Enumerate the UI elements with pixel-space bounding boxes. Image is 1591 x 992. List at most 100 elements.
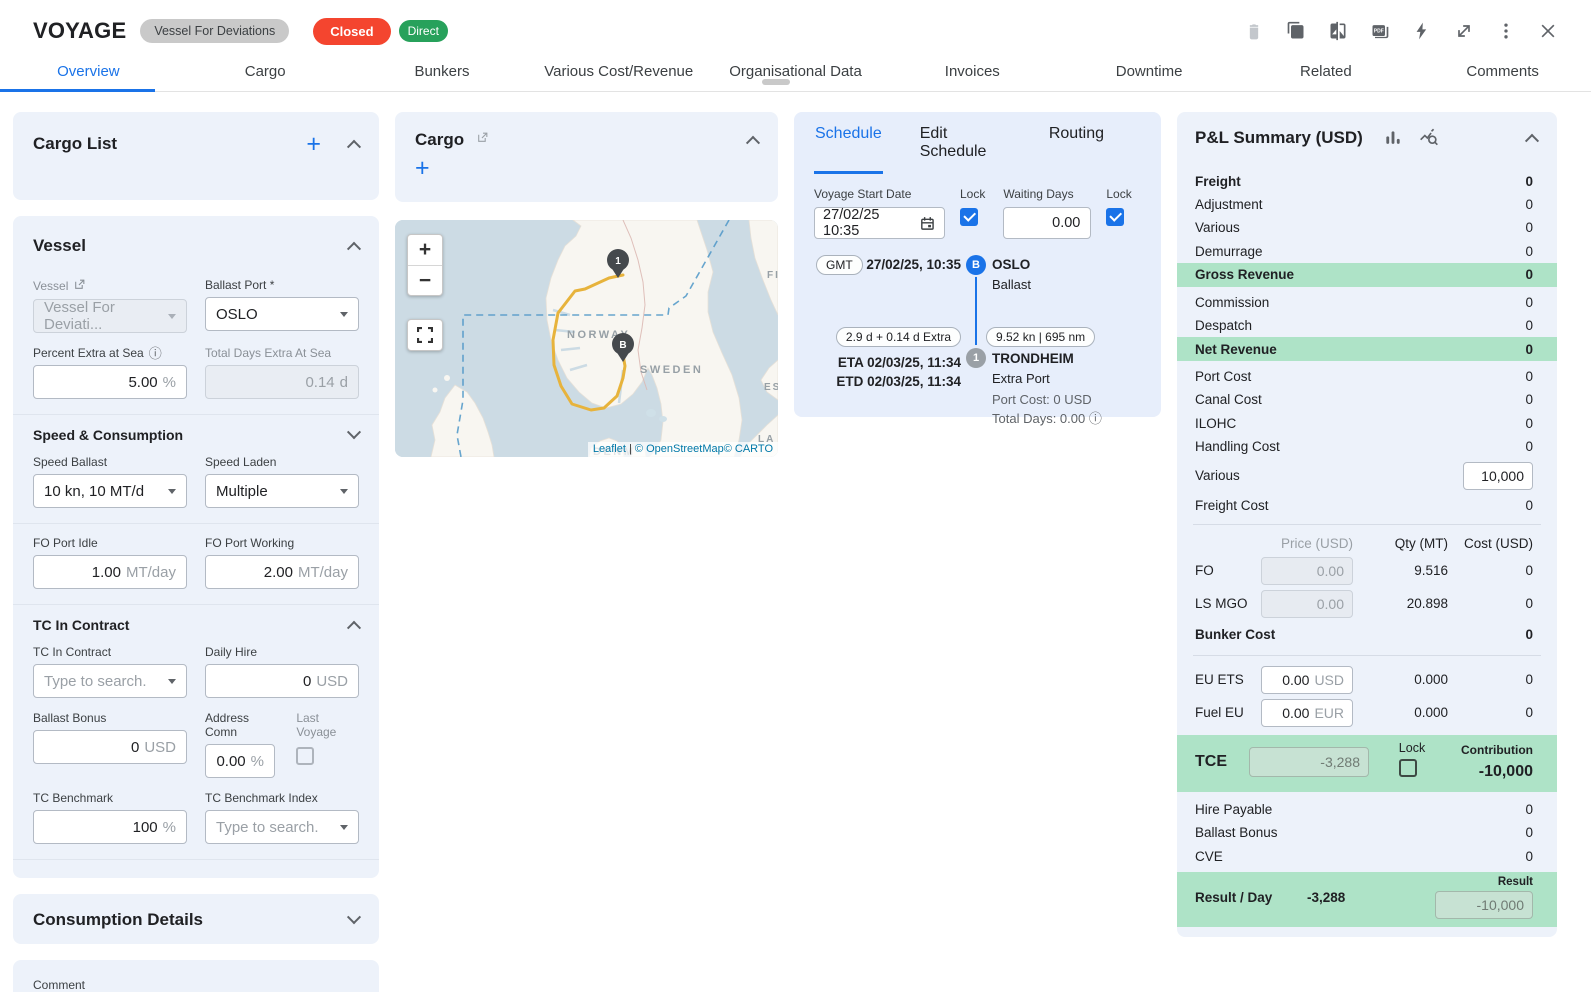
pdf-export-icon[interactable]: PDF — [1370, 21, 1390, 41]
collapse-speed-icon[interactable] — [347, 425, 361, 439]
panel-drag-handle[interactable] — [762, 79, 790, 85]
map-zoom-in-button[interactable]: + — [408, 235, 442, 265]
fuel-table-header: Price (USD) Qty (MT) Cost (USD) — [1177, 532, 1557, 554]
compare-versions-icon[interactable] — [1328, 21, 1348, 41]
waiting-days-lock-checkbox[interactable] — [1106, 208, 1124, 226]
bar-chart-icon[interactable] — [1383, 128, 1403, 148]
collapse-pnl-icon[interactable] — [1525, 134, 1539, 148]
tab-downtime[interactable]: Downtime — [1061, 54, 1238, 91]
tab-related[interactable]: Related — [1237, 54, 1414, 91]
copy-icon[interactable] — [1286, 21, 1306, 41]
tc-benchmark-value: 100 — [133, 819, 158, 836]
fo-price-input: 0.00 — [1261, 557, 1353, 585]
page-title: VOYAGE — [33, 18, 126, 44]
tc-benchmark-index-select[interactable]: Type to search. — [205, 810, 359, 844]
tab-various-cost-revenue[interactable]: Various Cost/Revenue — [530, 54, 707, 91]
map-fullscreen-button[interactable] — [407, 319, 443, 351]
collapse-consumption-icon[interactable] — [347, 910, 361, 924]
timeline-connector — [975, 275, 977, 345]
collapse-cargo-list-icon[interactable] — [347, 140, 361, 154]
waiting-days-input[interactable]: 0.00 — [1003, 207, 1091, 239]
pnl-row-label: Canal Cost — [1195, 392, 1262, 407]
origin-port-marker[interactable]: B — [966, 255, 986, 275]
carto-link[interactable]: © CARTO — [724, 443, 773, 455]
collapse-cargo-icon[interactable] — [746, 136, 760, 150]
vessel-external-link-icon[interactable] — [73, 278, 86, 294]
cargo-external-link-icon[interactable] — [476, 131, 489, 149]
tc-benchmark-input[interactable]: 100% — [33, 810, 187, 844]
info-icon[interactable]: ⓘ — [1089, 411, 1102, 426]
pnl-row-label: Fuel EU — [1195, 705, 1261, 720]
tab-organisational-data[interactable]: Organisational Data — [707, 54, 884, 91]
tce-lock-checkbox[interactable] — [1399, 759, 1417, 777]
speed-ballast-select[interactable]: 10 kn, 10 MT/d — [33, 474, 187, 508]
last-voyage-label: Last Voyage — [296, 711, 359, 739]
attribution-separator: | — [629, 443, 632, 455]
various-cost-input[interactable]: 10,000 — [1463, 462, 1533, 490]
chevron-down-icon — [340, 489, 348, 494]
voyage-start-date-input[interactable]: 27/02/25 10:35 — [814, 207, 945, 239]
svg-text:ES: ES — [764, 382, 778, 393]
pnl-row-value: 0 — [1525, 439, 1533, 454]
tab-schedule[interactable]: Schedule — [814, 112, 883, 174]
destination-port-cost: Port Cost: 0 USD — [992, 392, 1092, 407]
last-voyage-checkbox[interactable] — [296, 747, 314, 765]
delete-icon[interactable] — [1244, 21, 1264, 41]
pnl-row: ILOHC0 — [1177, 412, 1557, 435]
tab-overview[interactable]: Overview — [0, 54, 177, 91]
collapse-vessel-icon[interactable] — [347, 242, 361, 256]
fo-port-working-input[interactable]: 2.00MT/day — [205, 555, 359, 589]
fuel-eu-input[interactable]: 0.00EUR — [1261, 699, 1353, 727]
pnl-row: Despatch0 — [1177, 314, 1557, 337]
trend-analysis-icon[interactable] — [1419, 128, 1439, 148]
tab-routing[interactable]: Routing — [1048, 112, 1105, 174]
tab-comments[interactable]: Comments — [1414, 54, 1591, 91]
tab-cargo[interactable]: Cargo — [177, 54, 354, 91]
chevron-down-icon — [168, 679, 176, 684]
result-label: Result — [1435, 876, 1533, 888]
chevron-down-icon — [168, 314, 176, 319]
map-attribution: Leaflet | © OpenStreetMap© CARTO — [588, 442, 778, 457]
map-zoom-out-button[interactable]: − — [408, 265, 442, 295]
ballast-bonus-input[interactable]: 0USD — [33, 730, 187, 764]
more-menu-icon[interactable] — [1496, 21, 1516, 41]
collapse-tc-icon[interactable] — [347, 621, 361, 635]
add-cargo-button[interactable]: + — [415, 158, 433, 178]
lsmgo-price-input: 0.00 — [1261, 590, 1353, 618]
pnl-row: Commission0 — [1177, 291, 1557, 314]
fo-port-idle-unit: MT/day — [126, 564, 176, 581]
expand-icon[interactable] — [1454, 21, 1474, 41]
vessel-select[interactable]: Vessel For Deviati... — [33, 299, 187, 333]
tab-invoices[interactable]: Invoices — [884, 54, 1061, 91]
tc-contract-select[interactable]: Type to search. — [33, 664, 187, 698]
calendar-icon[interactable] — [919, 215, 936, 232]
quick-actions-icon[interactable] — [1412, 21, 1432, 41]
tab-edit-schedule[interactable]: Edit Schedule — [919, 112, 1012, 174]
leaflet-link[interactable]: Leaflet — [593, 443, 626, 455]
vessel-name-badge: Vessel For Deviations — [140, 19, 289, 43]
eu-ets-input[interactable]: 0.00USD — [1261, 666, 1353, 694]
ballast-port-select[interactable]: OSLO — [205, 297, 359, 331]
speed-laden-select[interactable]: Multiple — [205, 474, 359, 508]
fo-port-idle-input[interactable]: 1.00MT/day — [33, 555, 187, 589]
main-tabbar: Overview Cargo Bunkers Various Cost/Reve… — [0, 54, 1591, 92]
info-icon[interactable]: ⓘ — [149, 347, 162, 360]
tab-bunkers[interactable]: Bunkers — [354, 54, 531, 91]
destination-port-marker[interactable]: 1 — [966, 348, 986, 368]
pnl-row: CVE0 — [1177, 844, 1557, 867]
voyage-start-date-value: 27/02/25 10:35 — [823, 207, 919, 239]
close-icon[interactable] — [1538, 21, 1558, 41]
port-consumption-section: FO Port Idle 1.00MT/day FO Port Working … — [13, 523, 379, 589]
daily-hire-input[interactable]: 0USD — [205, 664, 359, 698]
fuel-row-label: LS MGO — [1195, 596, 1261, 611]
pnl-row-label: Port Cost — [1195, 369, 1251, 384]
contribution-label: Contribution — [1455, 743, 1533, 757]
address-comn-input[interactable]: 0.00% — [205, 744, 275, 778]
osm-link[interactable]: © OpenStreetMap — [635, 443, 724, 455]
voyage-start-date-label: Voyage Start Date — [814, 187, 945, 201]
add-cargo-list-button[interactable]: + — [306, 134, 321, 154]
percent-extra-input[interactable]: 5.00% — [33, 365, 187, 399]
svg-text:PDF: PDF — [1374, 28, 1384, 34]
start-date-lock-checkbox[interactable] — [960, 208, 978, 226]
voyage-map[interactable]: NORWAY SWEDEN DENM FI ES LA 1 B + − — [395, 220, 778, 457]
